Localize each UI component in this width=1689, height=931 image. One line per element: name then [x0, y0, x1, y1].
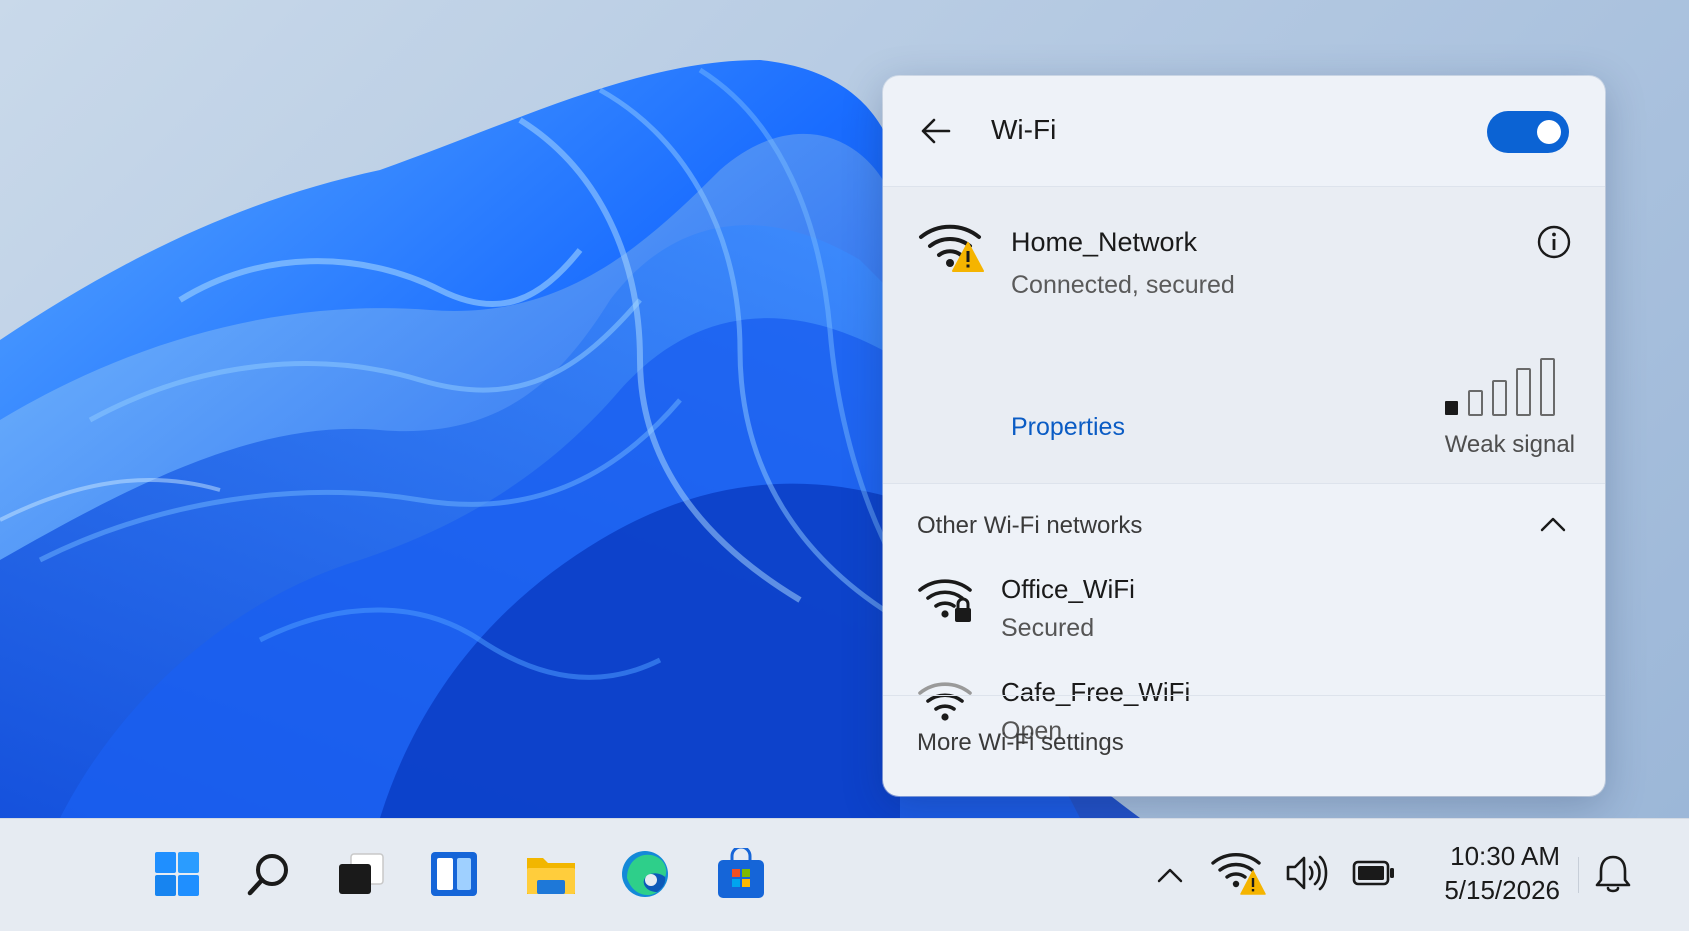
network-name: Office_WiFi — [1001, 574, 1135, 604]
other-networks-header: Other Wi-Fi networks — [883, 484, 1605, 554]
network-status: Secured — [1001, 614, 1095, 642]
network-item-office-wifi[interactable]: Office_WiFi Secured — [883, 564, 1605, 664]
battery-icon — [1352, 860, 1394, 886]
start-button[interactable] — [144, 841, 210, 907]
warning-icon — [952, 242, 984, 272]
wifi-warning-icon — [1211, 852, 1266, 895]
lock-icon — [955, 597, 971, 622]
info-icon — [1537, 225, 1571, 259]
signal-strength-label: Weak signal — [1444, 431, 1575, 458]
chevron-up-icon — [1540, 517, 1566, 532]
volume-icon — [1286, 855, 1328, 891]
clock-date: 5/15/2026 — [1444, 875, 1560, 905]
task-view-icon — [339, 853, 384, 894]
edge-button[interactable] — [612, 841, 678, 907]
edge-icon — [622, 851, 668, 897]
other-networks-label: Other Wi-Fi networks — [917, 512, 1143, 539]
connected-network-status: Connected, secured — [1011, 271, 1235, 299]
notifications-button[interactable] — [1588, 849, 1638, 899]
store-icon — [718, 848, 764, 898]
flyout-header: Wi-Fi — [883, 76, 1605, 186]
wifi-locked-icon — [917, 574, 977, 631]
start-icon — [155, 852, 199, 896]
clock-button[interactable]: 10:30 AM 5/15/2026 — [1430, 839, 1560, 907]
back-button[interactable] — [913, 108, 959, 154]
back-arrow-icon — [921, 118, 951, 144]
widgets-icon — [431, 852, 477, 896]
wifi-flyout: Wi-Fi Home_Network Connected, secured Pr… — [883, 76, 1605, 796]
tray-battery-button[interactable] — [1352, 855, 1396, 896]
flyout-title: Wi-Fi — [991, 114, 1057, 145]
clock-time: 10:30 AM — [1450, 841, 1560, 871]
show-hidden-icons-button[interactable] — [1150, 855, 1190, 895]
signal-strength-bars — [1443, 357, 1563, 422]
file-explorer-button[interactable] — [518, 841, 584, 907]
toggle-knob — [1537, 120, 1561, 144]
flyout-footer: More Wi-Fi settings — [883, 695, 1605, 796]
taskbar: 10:30 AM 5/15/2026 — [0, 818, 1689, 931]
wifi-warning-icon — [917, 217, 987, 282]
search-icon — [247, 854, 288, 896]
connected-network-card[interactable]: Home_Network Connected, secured Properti… — [883, 186, 1605, 484]
properties-link[interactable]: Properties — [1011, 413, 1125, 442]
tray-network-button[interactable] — [1210, 849, 1266, 902]
store-button[interactable] — [708, 841, 774, 907]
search-button[interactable] — [236, 841, 302, 907]
task-view-button[interactable] — [328, 841, 394, 907]
bell-icon — [1595, 855, 1631, 893]
wifi-toggle[interactable] — [1487, 111, 1569, 153]
connected-network-name: Home_Network — [1011, 227, 1198, 257]
widgets-button[interactable] — [421, 841, 487, 907]
tray-divider — [1578, 857, 1579, 893]
tray-volume-button[interactable] — [1284, 851, 1328, 900]
chevron-up-icon — [1157, 868, 1183, 883]
info-button[interactable] — [1533, 221, 1575, 263]
collapse-button[interactable] — [1531, 506, 1575, 542]
more-wifi-settings-link[interactable]: More Wi-Fi settings — [917, 729, 1124, 757]
file-explorer-icon — [527, 858, 575, 894]
